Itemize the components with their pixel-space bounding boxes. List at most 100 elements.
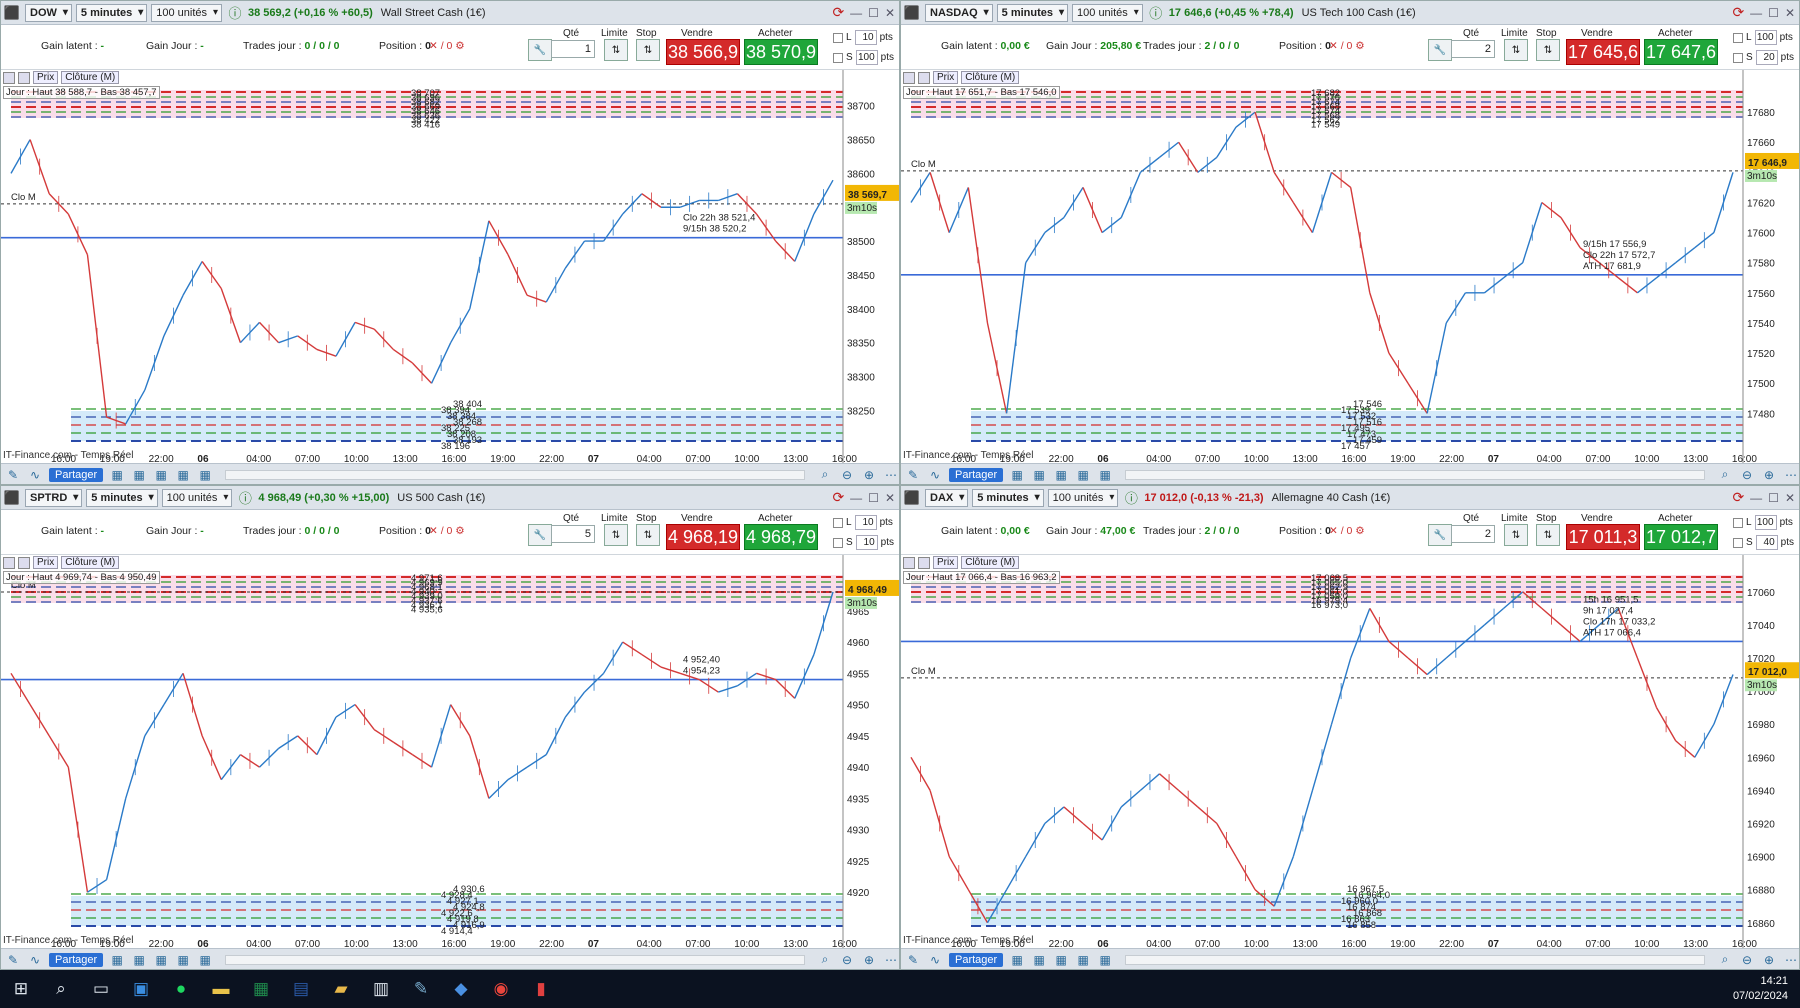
draw-tool-icon[interactable]: ✎ (905, 467, 921, 483)
long-points[interactable]: L 100 pts (1733, 515, 1793, 530)
zoom-out-icon[interactable]: ⊖ (839, 952, 855, 968)
long-points[interactable]: L 10 pts (833, 30, 893, 45)
chrome-icon[interactable]: ◉ (488, 976, 514, 1002)
settings-icon[interactable]: 🔧 (1428, 524, 1452, 546)
quantity-input[interactable]: 1 (551, 40, 595, 58)
alert-icon[interactable]: ▦ (175, 952, 191, 968)
buy-button[interactable]: 4 968,79 (744, 524, 818, 550)
symbol-select[interactable]: NASDAQ (925, 3, 993, 22)
sell-button[interactable]: 17 645,6 (1566, 39, 1640, 65)
short-points[interactable]: S 20 pts (1733, 50, 1794, 65)
symbol-select[interactable]: SPTRD (25, 488, 83, 507)
screenshot-icon[interactable]: ▦ (1097, 467, 1113, 483)
layout-icon[interactable]: ▦ (1009, 467, 1025, 483)
add-indicator-icon[interactable] (3, 556, 15, 569)
draw-tool-icon[interactable]: ✎ (905, 952, 921, 968)
chart-style-icon[interactable]: ∿ (927, 467, 943, 483)
excel-icon[interactable]: ▦ (248, 976, 274, 1002)
trading-app-icon[interactable]: ▮ (528, 976, 554, 1002)
chart-type-icon[interactable]: ⬛ (903, 4, 921, 22)
chart-type-icon[interactable]: ⬛ (3, 489, 21, 507)
alert-icon[interactable]: ▦ (1075, 952, 1091, 968)
zoom-in-icon[interactable]: ⊕ (861, 952, 877, 968)
add-indicator-icon[interactable] (3, 71, 15, 84)
minimize-icon[interactable]: — (1750, 491, 1762, 505)
store-icon[interactable]: ▣ (128, 976, 154, 1002)
zoom-out-icon[interactable]: ⊖ (1739, 467, 1755, 483)
sell-button[interactable]: 4 968,19 (666, 524, 740, 550)
stop-order-button[interactable]: ⇅ (636, 39, 660, 61)
timeframe-select[interactable]: 5 minutes (75, 3, 148, 22)
zoom-search-icon[interactable]: ⌕ (1717, 467, 1733, 483)
short-points-input[interactable]: 20 (1755, 50, 1778, 65)
share-button[interactable]: Partager (949, 952, 1004, 967)
add-study-icon[interactable] (918, 71, 930, 84)
menu-icon[interactable]: ⋯ (883, 952, 899, 968)
position-controls[interactable]: ✕ / 0 ⚙ (429, 525, 465, 537)
short-checkbox[interactable] (1733, 52, 1743, 63)
spotify-icon[interactable]: ● (168, 976, 194, 1002)
app-icon[interactable]: ◆ (448, 976, 474, 1002)
screenshot-icon[interactable]: ▦ (1097, 952, 1113, 968)
folder-icon[interactable]: ▰ (328, 976, 354, 1002)
add-study-icon[interactable] (18, 71, 30, 84)
quantity-input[interactable]: 5 (551, 525, 595, 543)
zoom-search-icon[interactable]: ⌕ (1717, 952, 1733, 968)
info-icon[interactable]: ⓘ (1147, 4, 1165, 22)
close-icon[interactable]: ✕ (885, 491, 895, 505)
buy-button[interactable]: 17 012,7 (1644, 524, 1718, 550)
price-chart[interactable]: Prix Clôture (M) Jour : Haut 17 066,4 - Ba… (901, 555, 1799, 948)
short-checkbox[interactable] (833, 52, 843, 63)
paint-icon[interactable]: ✎ (408, 976, 434, 1002)
system-clock[interactable]: 14:21 07/02/2024 (1733, 974, 1788, 1004)
draw-tool-icon[interactable]: ✎ (5, 952, 21, 968)
long-points[interactable]: L 10 pts (833, 515, 893, 530)
zoom-in-icon[interactable]: ⊕ (861, 467, 877, 483)
search-icon[interactable]: ⌕ (48, 976, 74, 1002)
menu-icon[interactable]: ⋯ (883, 467, 899, 483)
zoom-in-icon[interactable]: ⊕ (1761, 952, 1777, 968)
zoom-out-icon[interactable]: ⊖ (1739, 952, 1755, 968)
sell-button[interactable]: 38 566,9 (666, 39, 740, 65)
short-points-input[interactable]: 40 (1755, 535, 1778, 550)
short-points-input[interactable]: 10 (855, 535, 878, 550)
compare-icon[interactable]: ▦ (153, 467, 169, 483)
layout-icon[interactable]: ▦ (1009, 952, 1025, 968)
size-select[interactable]: 100 unités (161, 488, 233, 507)
compare-icon[interactable]: ▦ (153, 952, 169, 968)
close-toggle[interactable]: Clôture (M) (61, 71, 120, 84)
long-points-input[interactable]: 10 (854, 515, 877, 530)
price-chart[interactable]: Prix Clôture (M) Jour : Haut 17 651,7 - Ba… (901, 70, 1799, 463)
indicator-icon[interactable]: ▦ (131, 467, 147, 483)
chart-scrollbar[interactable] (225, 469, 805, 480)
price-toggle[interactable]: Prix (933, 556, 959, 569)
info-icon[interactable]: ⓘ (1122, 489, 1140, 507)
chart-style-icon[interactable]: ∿ (927, 952, 943, 968)
stop-order-button[interactable]: ⇅ (1536, 39, 1560, 61)
maximize-icon[interactable]: ☐ (1768, 6, 1779, 20)
short-points[interactable]: S 100 pts (833, 50, 894, 65)
info-icon[interactable]: ⓘ (236, 489, 254, 507)
short-checkbox[interactable] (1733, 537, 1743, 548)
settings-icon[interactable]: 🔧 (1428, 39, 1452, 61)
settings-icon[interactable]: 🔧 (528, 524, 552, 546)
stop-order-button[interactable]: ⇅ (1536, 524, 1560, 546)
symbol-select[interactable]: DOW (25, 3, 72, 22)
close-toggle[interactable]: Clôture (M) (961, 556, 1020, 569)
close-icon[interactable]: ✕ (1785, 6, 1795, 20)
long-checkbox[interactable] (1733, 517, 1743, 528)
close-toggle[interactable]: Clôture (M) (961, 71, 1020, 84)
close-icon[interactable]: ✕ (885, 6, 895, 20)
indicator-icon[interactable]: ▦ (131, 952, 147, 968)
add-indicator-icon[interactable] (903, 556, 915, 569)
settings-icon[interactable]: 🔧 (528, 39, 552, 61)
chart-scrollbar[interactable] (1125, 954, 1705, 965)
layout-icon[interactable]: ▦ (109, 952, 125, 968)
chart-scrollbar[interactable] (1125, 469, 1705, 480)
chart-style-icon[interactable]: ∿ (27, 952, 43, 968)
zoom-search-icon[interactable]: ⌕ (817, 952, 833, 968)
minimize-icon[interactable]: — (850, 6, 862, 20)
compare-icon[interactable]: ▦ (1053, 467, 1069, 483)
alert-icon[interactable]: ▦ (1075, 467, 1091, 483)
price-toggle[interactable]: Prix (33, 71, 59, 84)
